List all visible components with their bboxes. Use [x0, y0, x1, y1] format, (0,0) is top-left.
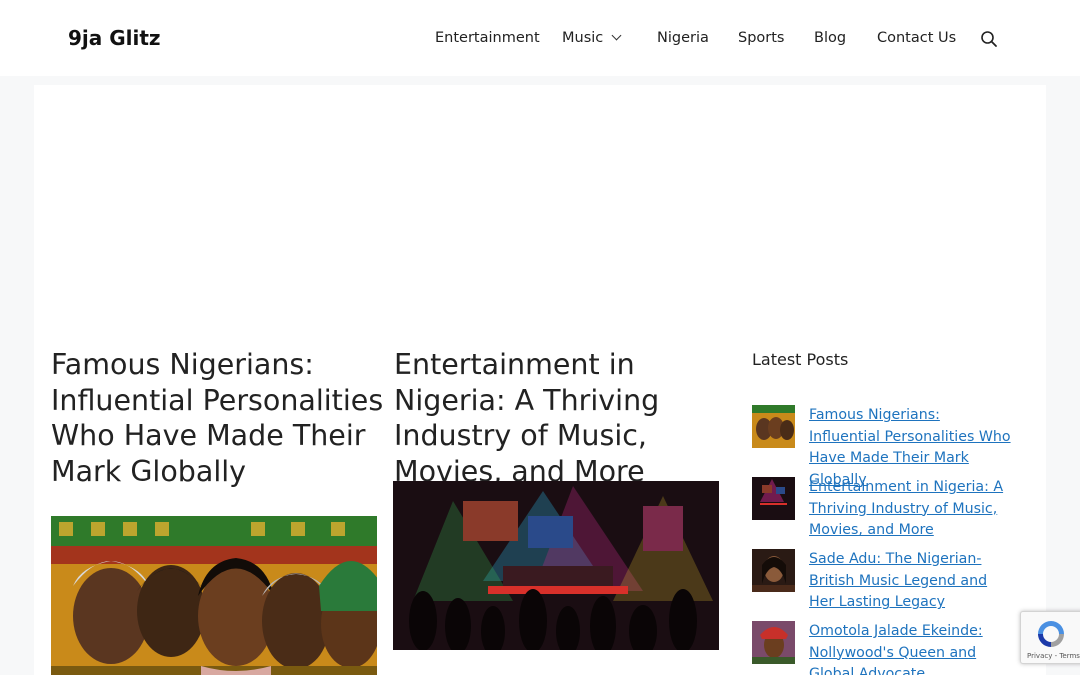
recaptcha-terms[interactable]: Privacy - Terms	[1027, 652, 1080, 660]
nav-item-music[interactable]: Music	[562, 30, 622, 46]
recaptcha-badge[interactable]: Privacy - Terms	[1020, 611, 1080, 664]
sidebar-thumbnail[interactable]	[752, 549, 795, 592]
sidebar-link[interactable]: Omotola Jalade Ekeinde: Nollywood's Quee…	[809, 621, 1014, 675]
recaptcha-icon	[1038, 621, 1064, 647]
portrait-illustration	[51, 516, 377, 675]
chevron-down-icon	[611, 30, 622, 41]
nav-item-entertainment[interactable]: Entertainment	[435, 30, 540, 46]
site-header: 9ja Glitz Entertainment Music Nigeria Sp…	[0, 0, 1080, 76]
nav-item-contact-us[interactable]: Contact Us	[877, 30, 956, 46]
sidebar-thumbnail[interactable]	[752, 405, 795, 448]
site-logo[interactable]: 9ja Glitz	[68, 26, 161, 50]
sidebar-thumbnail[interactable]	[752, 621, 795, 664]
nav-item-blog[interactable]: Blog	[814, 30, 846, 46]
concert-illustration	[393, 481, 719, 650]
sidebar-heading: Latest Posts	[752, 350, 849, 369]
sidebar-link[interactable]: Entertainment in Nigeria: A Thriving Ind…	[809, 477, 1014, 542]
ad-placeholder	[34, 85, 1046, 325]
post-title-entertainment-nigeria[interactable]: Entertainment in Nigeria: A Thriving Ind…	[394, 347, 734, 489]
nav-item-music-label: Music	[562, 30, 604, 46]
sidebar-thumbnail[interactable]	[752, 477, 795, 520]
sidebar-link[interactable]: Sade Adu: The Nigerian-British Music Leg…	[809, 549, 1014, 614]
post-image-entertainment-nigeria[interactable]	[393, 481, 719, 650]
search-icon[interactable]	[980, 30, 998, 48]
nav-item-nigeria[interactable]: Nigeria	[657, 30, 709, 46]
post-title-famous-nigerians[interactable]: Famous Nigerians: Influential Personalit…	[51, 347, 391, 489]
post-image-famous-nigerians[interactable]	[51, 516, 377, 675]
nav-item-sports[interactable]: Sports	[738, 30, 784, 46]
